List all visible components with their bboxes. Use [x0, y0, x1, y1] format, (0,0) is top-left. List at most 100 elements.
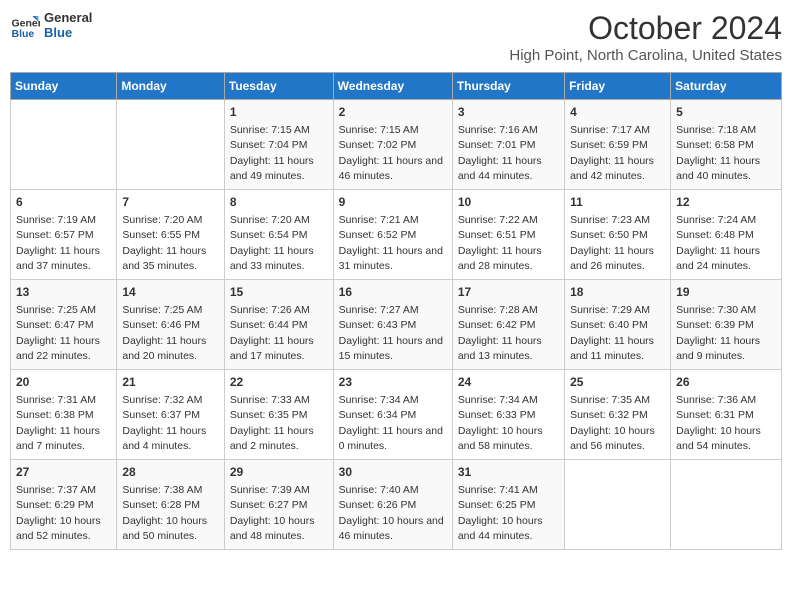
day-number: 31	[458, 464, 559, 481]
calendar-cell: 8 Sunrise: 7:20 AMSunset: 6:54 PMDaylight…	[224, 190, 333, 280]
calendar-header-row: SundayMondayTuesdayWednesdayThursdayFrid…	[11, 73, 782, 100]
day-info: Sunrise: 7:26 AMSunset: 6:44 PMDaylight:…	[230, 304, 314, 362]
svg-text:Blue: Blue	[12, 28, 35, 40]
calendar-cell: 21 Sunrise: 7:32 AMSunset: 6:37 PMDayligh…	[117, 370, 224, 460]
day-number: 9	[339, 194, 447, 211]
logo-blue: Blue	[44, 25, 92, 40]
day-info: Sunrise: 7:25 AMSunset: 6:47 PMDaylight:…	[16, 304, 100, 362]
day-info: Sunrise: 7:23 AMSunset: 6:50 PMDaylight:…	[570, 214, 654, 272]
day-number: 8	[230, 194, 328, 211]
day-info: Sunrise: 7:21 AMSunset: 6:52 PMDaylight:…	[339, 214, 443, 272]
calendar-cell: 20 Sunrise: 7:31 AMSunset: 6:38 PMDayligh…	[11, 370, 117, 460]
day-number: 24	[458, 374, 559, 391]
calendar-cell: 13 Sunrise: 7:25 AMSunset: 6:47 PMDayligh…	[11, 280, 117, 370]
day-number: 20	[16, 374, 111, 391]
day-info: Sunrise: 7:33 AMSunset: 6:35 PMDaylight:…	[230, 394, 314, 452]
calendar-cell: 22 Sunrise: 7:33 AMSunset: 6:35 PMDayligh…	[224, 370, 333, 460]
day-number: 14	[122, 284, 218, 301]
calendar-cell: 1 Sunrise: 7:15 AMSunset: 7:04 PMDaylight…	[224, 100, 333, 190]
calendar-cell: 31 Sunrise: 7:41 AMSunset: 6:25 PMDayligh…	[452, 460, 564, 550]
day-info: Sunrise: 7:30 AMSunset: 6:39 PMDaylight:…	[676, 304, 760, 362]
calendar-cell: 23 Sunrise: 7:34 AMSunset: 6:34 PMDayligh…	[333, 370, 452, 460]
logo: General Blue General Blue	[10, 10, 92, 40]
day-number: 1	[230, 104, 328, 121]
calendar-cell: 7Sunrise: 7:20 AMSunset: 6:55 PMDaylight…	[117, 190, 224, 280]
day-number: 29	[230, 464, 328, 481]
day-number: 2	[339, 104, 447, 121]
page-header: General Blue General Blue October 2024 H…	[10, 10, 782, 64]
day-info: Sunrise: 7:18 AMSunset: 6:58 PMDaylight:…	[676, 124, 760, 182]
day-info: Sunrise: 7:20 AMSunset: 6:55 PMDaylight:…	[122, 214, 206, 272]
day-info: Sunrise: 7:41 AMSunset: 6:25 PMDaylight:…	[458, 484, 543, 542]
day-info: Sunrise: 7:37 AMSunset: 6:29 PMDaylight:…	[16, 484, 101, 542]
logo-icon: General Blue	[10, 10, 40, 40]
day-number: 25	[570, 374, 665, 391]
day-number: 10	[458, 194, 559, 211]
day-info: Sunrise: 7:39 AMSunset: 6:27 PMDaylight:…	[230, 484, 315, 542]
day-info: Sunrise: 7:16 AMSunset: 7:01 PMDaylight:…	[458, 124, 542, 182]
calendar-cell: 27 Sunrise: 7:37 AMSunset: 6:29 PMDayligh…	[11, 460, 117, 550]
day-number: 27	[16, 464, 111, 481]
calendar-cell	[11, 100, 117, 190]
calendar-cell: 14 Sunrise: 7:25 AMSunset: 6:46 PMDayligh…	[117, 280, 224, 370]
column-header-tuesday: Tuesday	[224, 73, 333, 100]
calendar-week-row: 1 Sunrise: 7:15 AMSunset: 7:04 PMDaylight…	[11, 100, 782, 190]
day-info: Sunrise: 7:28 AMSunset: 6:42 PMDaylight:…	[458, 304, 542, 362]
day-info: Sunrise: 7:31 AMSunset: 6:38 PMDaylight:…	[16, 394, 100, 452]
day-info: Sunrise: 7:34 AMSunset: 6:33 PMDaylight:…	[458, 394, 543, 452]
calendar-cell: 28Sunrise: 7:38 AMSunset: 6:28 PMDayligh…	[117, 460, 224, 550]
column-header-saturday: Saturday	[671, 73, 782, 100]
calendar-cell: 24 Sunrise: 7:34 AMSunset: 6:33 PMDayligh…	[452, 370, 564, 460]
page-title: October 2024	[509, 10, 782, 47]
day-info: Sunrise: 7:17 AMSunset: 6:59 PMDaylight:…	[570, 124, 654, 182]
day-info: Sunrise: 7:15 AMSunset: 7:02 PMDaylight:…	[339, 124, 443, 182]
calendar-cell	[117, 100, 224, 190]
day-info: Sunrise: 7:34 AMSunset: 6:34 PMDaylight:…	[339, 394, 443, 452]
calendar-cell: 17 Sunrise: 7:28 AMSunset: 6:42 PMDayligh…	[452, 280, 564, 370]
calendar-cell: 2 Sunrise: 7:15 AMSunset: 7:02 PMDaylight…	[333, 100, 452, 190]
calendar-table: SundayMondayTuesdayWednesdayThursdayFrid…	[10, 72, 782, 550]
day-number: 22	[230, 374, 328, 391]
calendar-cell: 9 Sunrise: 7:21 AMSunset: 6:52 PMDaylight…	[333, 190, 452, 280]
calendar-cell: 11 Sunrise: 7:23 AMSunset: 6:50 PMDayligh…	[565, 190, 671, 280]
day-number: 12	[676, 194, 776, 211]
day-number: 26	[676, 374, 776, 391]
column-header-friday: Friday	[565, 73, 671, 100]
day-number: 4	[570, 104, 665, 121]
calendar-cell: 15 Sunrise: 7:26 AMSunset: 6:44 PMDayligh…	[224, 280, 333, 370]
column-header-thursday: Thursday	[452, 73, 564, 100]
calendar-cell: 3 Sunrise: 7:16 AMSunset: 7:01 PMDaylight…	[452, 100, 564, 190]
calendar-cell: 4 Sunrise: 7:17 AMSunset: 6:59 PMDaylight…	[565, 100, 671, 190]
day-info: Sunrise: 7:25 AMSunset: 6:46 PMDaylight:…	[122, 304, 206, 362]
calendar-cell: 30 Sunrise: 7:40 AMSunset: 6:26 PMDayligh…	[333, 460, 452, 550]
day-info: Sunrise: 7:35 AMSunset: 6:32 PMDaylight:…	[570, 394, 655, 452]
day-number: 11	[570, 194, 665, 211]
day-number: 23	[339, 374, 447, 391]
day-number: 28	[122, 464, 218, 481]
day-info: Sunrise: 7:19 AMSunset: 6:57 PMDaylight:…	[16, 214, 100, 272]
calendar-cell: 5 Sunrise: 7:18 AMSunset: 6:58 PMDaylight…	[671, 100, 782, 190]
day-number: 21	[122, 374, 218, 391]
day-number: 17	[458, 284, 559, 301]
day-number: 30	[339, 464, 447, 481]
day-info: Sunrise: 7:20 AMSunset: 6:54 PMDaylight:…	[230, 214, 314, 272]
column-header-monday: Monday	[117, 73, 224, 100]
day-number: 15	[230, 284, 328, 301]
day-info: Sunrise: 7:40 AMSunset: 6:26 PMDaylight:…	[339, 484, 444, 542]
day-number: 5	[676, 104, 776, 121]
calendar-cell	[565, 460, 671, 550]
day-info: Sunrise: 7:24 AMSunset: 6:48 PMDaylight:…	[676, 214, 760, 272]
day-info: Sunrise: 7:15 AMSunset: 7:04 PMDaylight:…	[230, 124, 314, 182]
calendar-cell: 26Sunrise: 7:36 AMSunset: 6:31 PMDayligh…	[671, 370, 782, 460]
calendar-cell: 18Sunrise: 7:29 AMSunset: 6:40 PMDayligh…	[565, 280, 671, 370]
day-info: Sunrise: 7:32 AMSunset: 6:37 PMDaylight:…	[122, 394, 206, 452]
day-number: 3	[458, 104, 559, 121]
day-number: 6	[16, 194, 111, 211]
day-number: 18	[570, 284, 665, 301]
calendar-week-row: 13 Sunrise: 7:25 AMSunset: 6:47 PMDayligh…	[11, 280, 782, 370]
title-block: October 2024 High Point, North Carolina,…	[509, 10, 782, 64]
page-subtitle: High Point, North Carolina, United State…	[509, 47, 782, 64]
calendar-cell: 29 Sunrise: 7:39 AMSunset: 6:27 PMDayligh…	[224, 460, 333, 550]
logo-general: General	[44, 10, 92, 25]
day-number: 13	[16, 284, 111, 301]
